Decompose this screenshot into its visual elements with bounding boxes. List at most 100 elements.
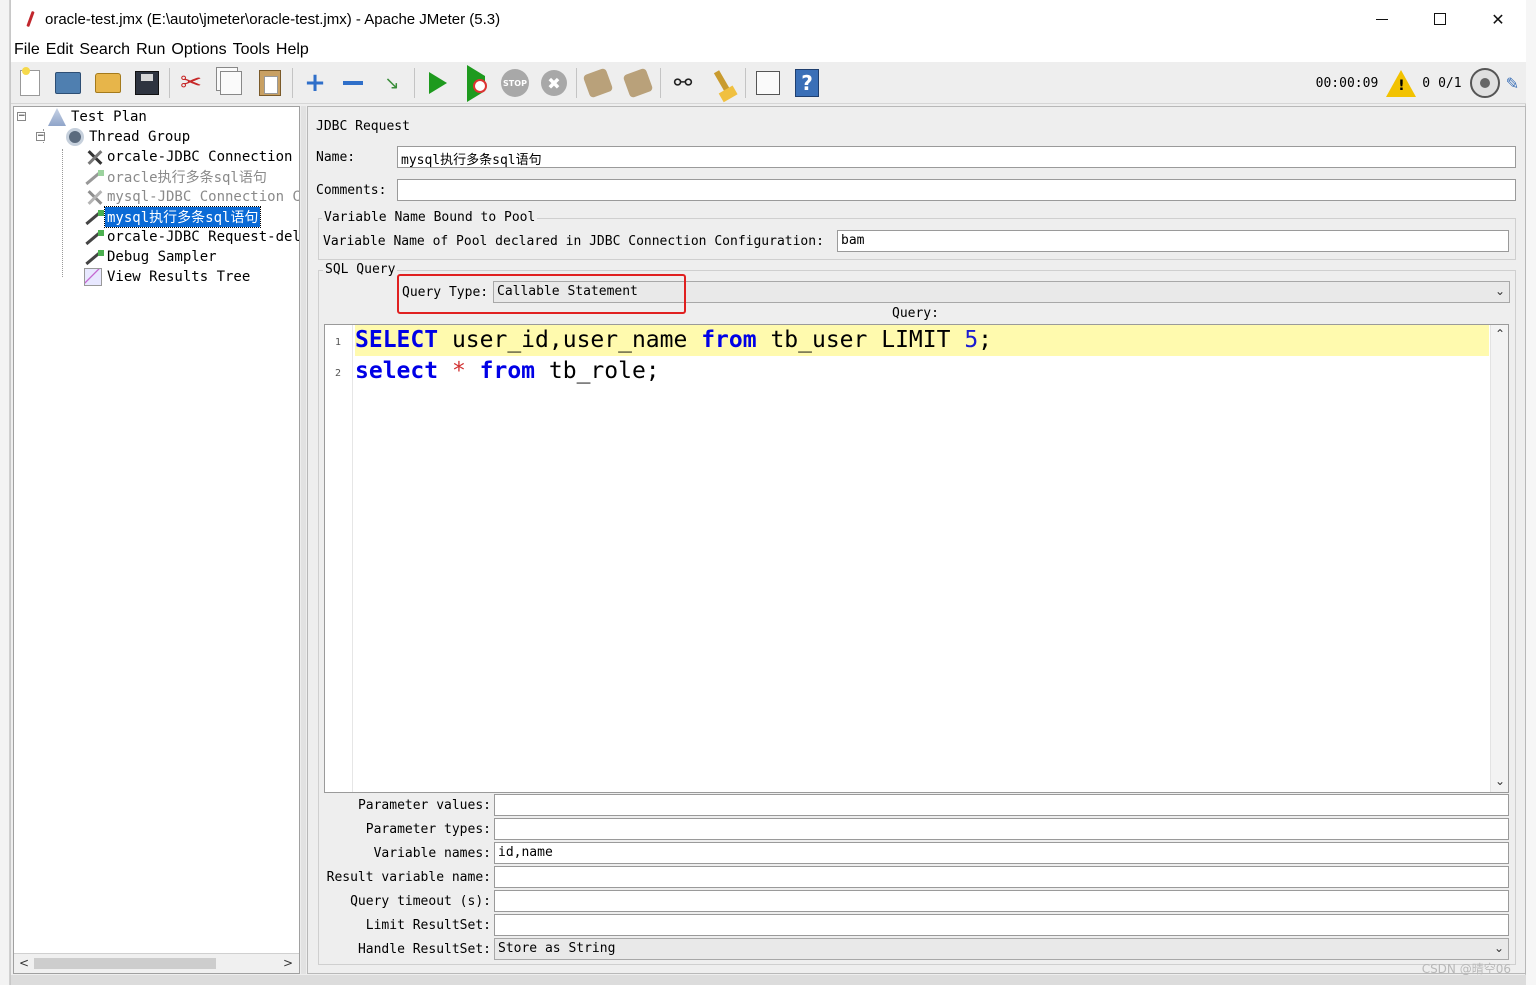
- limit-resultset-label: Limit ResultSet:: [365, 918, 491, 933]
- start-no-pauses-button[interactable]: [461, 64, 491, 102]
- pool-label: Variable Name of Pool declared in JDBC C…: [323, 234, 824, 249]
- variable-names-label: Variable names:: [373, 846, 491, 861]
- sampler-icon: [84, 248, 104, 266]
- toggle-button[interactable]: ↘: [377, 68, 407, 98]
- sampler-icon: [84, 228, 104, 246]
- keyword: select: [355, 358, 439, 384]
- open-button[interactable]: [93, 68, 123, 98]
- tree-item-mysql-connection[interactable]: mysql-JDBC Connection Cor: [84, 187, 299, 207]
- pool-group-title: Variable Name Bound to Pool: [322, 210, 538, 225]
- variable-names-field[interactable]: id,name: [494, 842, 1509, 864]
- toolbar-separator: [292, 68, 293, 98]
- name-field[interactable]: mysql执行多条sql语句: [397, 146, 1516, 168]
- toolbar: ✂ + ↘ STOP ✖ ⚯ ? 00:00:09 ! 0 0/1 ✎: [11, 62, 1527, 104]
- scroll-right-icon[interactable]: >: [283, 956, 293, 970]
- parameter-types-field[interactable]: [494, 818, 1509, 840]
- cut-button[interactable]: ✂: [176, 68, 206, 98]
- sql-query-group-title: SQL Query: [323, 262, 398, 277]
- limit-resultset-field[interactable]: [494, 914, 1509, 936]
- scrollbar-thumb[interactable]: [34, 958, 216, 969]
- tree-item-view-results-tree[interactable]: View Results Tree: [84, 267, 252, 287]
- maximize-icon: [1434, 13, 1446, 25]
- copy-button[interactable]: [216, 68, 246, 98]
- toolbar-separator: [660, 68, 661, 98]
- toolbar-separator: [414, 68, 415, 98]
- line-number-gutter: 1 2: [325, 325, 353, 792]
- new-icon: [20, 67, 40, 96]
- parameter-values-field[interactable]: [494, 794, 1509, 816]
- menu-search[interactable]: Search: [76, 41, 133, 59]
- handle-resultset-select[interactable]: Store as String ⌄: [494, 938, 1509, 960]
- editor-vertical-scrollbar[interactable]: ⌃ ⌄: [1490, 325, 1508, 792]
- collapse-toggle[interactable]: −: [36, 132, 45, 141]
- window-title: oracle-test.jmx (E:\auto\jmeter\oracle-t…: [45, 10, 501, 28]
- menu-options[interactable]: Options: [168, 41, 229, 59]
- chevron-down-icon: ⌄: [1493, 941, 1504, 955]
- help-button[interactable]: ?: [792, 68, 822, 98]
- save-icon: [135, 71, 159, 95]
- warning-icon[interactable]: !: [1386, 69, 1417, 97]
- tree-item-debug-sampler[interactable]: Debug Sampler: [84, 247, 219, 267]
- query-timeout-field[interactable]: [494, 890, 1509, 912]
- function-helper-button[interactable]: [753, 68, 783, 98]
- close-icon: ✕: [1491, 9, 1505, 29]
- menu-tools[interactable]: Tools: [230, 41, 273, 59]
- copy-icon: [220, 71, 242, 95]
- stop-button[interactable]: STOP: [500, 68, 530, 98]
- templates-icon: [55, 72, 81, 94]
- reset-search-button[interactable]: [708, 68, 738, 98]
- collapse-icon: [343, 81, 363, 85]
- tree-item-oracle-sql[interactable]: oracle执行多条sql语句: [84, 167, 269, 187]
- tree-item-label: Thread Group: [89, 129, 191, 145]
- log-viewer-icon[interactable]: ✎: [1506, 74, 1519, 93]
- chevron-down-icon[interactable]: ⌄: [1495, 774, 1505, 788]
- clear-button[interactable]: [582, 67, 614, 99]
- close-button[interactable]: ✕: [1469, 0, 1527, 38]
- clear-all-button[interactable]: [622, 67, 654, 99]
- menu-file[interactable]: File: [11, 41, 43, 59]
- stop-icon: STOP: [501, 69, 529, 97]
- comments-field[interactable]: [397, 179, 1516, 201]
- menu-run[interactable]: Run: [133, 41, 168, 59]
- tree-item-oracle-request-del[interactable]: orcale-JDBC Request-del: [84, 227, 300, 247]
- maximize-button[interactable]: [1411, 0, 1469, 38]
- new-button[interactable]: [15, 67, 45, 98]
- pool-variable-field[interactable]: bam: [837, 230, 1509, 252]
- search-button[interactable]: ⚯: [668, 68, 698, 98]
- shutdown-button[interactable]: ✖: [539, 68, 569, 98]
- tree-item-mysql-sql[interactable]: mysql执行多条sql语句: [84, 206, 262, 228]
- tree-item-oracle-connection[interactable]: orcale-JDBC Connection C: [84, 147, 299, 167]
- tree-item-label: oracle执行多条sql语句: [107, 170, 267, 186]
- jdbc-request-panel: JDBC Request Name: mysql执行多条sql语句 Commen…: [307, 106, 1526, 974]
- menu-edit[interactable]: Edit: [43, 41, 77, 59]
- chevron-down-icon: ⌄: [1494, 284, 1505, 298]
- tree-item-label: View Results Tree: [107, 269, 251, 285]
- start-no-pauses-icon: [467, 64, 487, 102]
- tree-item-test-plan[interactable]: Test Plan: [48, 107, 149, 127]
- tree-item-thread-group[interactable]: Thread Group: [66, 127, 192, 147]
- collapse-all-button[interactable]: [338, 68, 368, 98]
- paste-button[interactable]: [255, 68, 285, 98]
- expand-all-button[interactable]: +: [300, 68, 330, 98]
- tree-horizontal-scrollbar[interactable]: < >: [14, 953, 299, 973]
- chevron-up-icon[interactable]: ⌃: [1495, 327, 1505, 341]
- minimize-button[interactable]: [1353, 0, 1411, 38]
- save-button[interactable]: [132, 68, 162, 98]
- sql-query-editor[interactable]: 1 2 SELECT user_id,user_name from tb_use…: [324, 324, 1509, 793]
- minimize-icon: [1376, 18, 1388, 20]
- toolbar-separator: [576, 68, 577, 98]
- templates-button[interactable]: [53, 68, 83, 98]
- scroll-left-icon[interactable]: <: [19, 956, 29, 970]
- tree-item-label: orcale-JDBC Request-del: [107, 229, 300, 245]
- collapse-toggle[interactable]: −: [17, 112, 26, 121]
- remote-status-icon[interactable]: [1469, 68, 1500, 98]
- menu-help[interactable]: Help: [273, 41, 312, 59]
- code-text: tb_user LIMIT: [756, 327, 965, 353]
- result-variable-name-field[interactable]: [494, 866, 1509, 888]
- function-helper-icon: [756, 71, 780, 95]
- start-button[interactable]: [423, 68, 453, 98]
- elapsed-time: 00:00:09: [1315, 75, 1379, 91]
- expand-icon: +: [304, 68, 326, 98]
- feather-icon: [21, 10, 39, 28]
- split-pane-divider[interactable]: [301, 106, 306, 974]
